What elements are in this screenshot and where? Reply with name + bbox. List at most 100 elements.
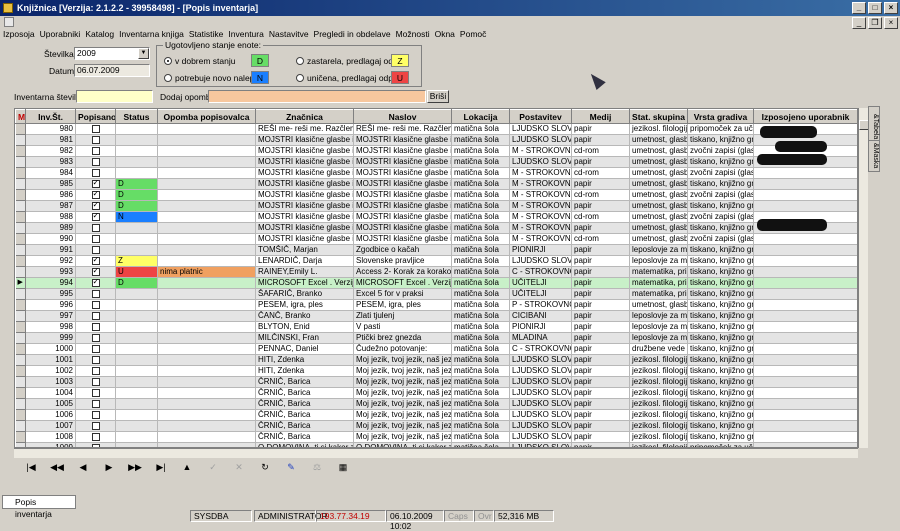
cell-zn[interactable]: MOJSTRI klasične glasbe in n... — [255, 222, 354, 234]
cell-lo[interactable]: matična šola — [451, 376, 510, 388]
cell-ss[interactable]: leposlovje za mla... — [629, 310, 688, 322]
cell-zn[interactable]: PENNAC, Daniel — [255, 343, 354, 355]
cell-vg[interactable]: zvočni zapisi (glasb — [687, 211, 754, 223]
popisano-checkbox-cell[interactable] — [75, 222, 116, 234]
cell-ss[interactable]: umetnost, glasba,... — [629, 299, 688, 311]
cell-me[interactable]: papir — [571, 222, 630, 234]
cell-me[interactable]: papir — [571, 200, 630, 212]
cell-st[interactable] — [115, 409, 158, 421]
table-row[interactable]: 1008 ČRNIČ, Barica Moj jezik, tvoj jezik, … — [15, 431, 857, 443]
cell-na[interactable]: Excel 5 for v praksi — [353, 288, 452, 300]
cell-lo[interactable]: matična šola — [451, 277, 510, 289]
cell-na[interactable]: Access 2- Korak za korakom — [353, 266, 452, 278]
cell-st[interactable] — [115, 420, 158, 432]
radio-new-label[interactable] — [164, 74, 172, 82]
cell-op[interactable] — [157, 222, 256, 234]
cell-zn[interactable]: ČRNIČ, Barica — [255, 376, 354, 388]
popisano-checkbox-cell[interactable] — [75, 145, 116, 157]
cell-zn[interactable]: LENARDIČ, Darja — [255, 255, 354, 267]
table-row[interactable]: 983 MOJSTRI klasične glasbe in n...MOJSTR… — [15, 156, 857, 168]
row-indicator[interactable] — [15, 376, 26, 388]
cell-op[interactable] — [157, 145, 256, 157]
cell-st[interactable] — [115, 431, 158, 443]
cell-me[interactable]: papir — [571, 310, 630, 322]
column-header[interactable]: Medij — [571, 109, 630, 124]
cell-zn[interactable]: MOJSTRI klasične glasbe in n... — [255, 178, 354, 190]
cell-po[interactable]: LJUDSKO SLOV... — [509, 354, 572, 366]
cell-na[interactable]: MOJSTRI klasične glasbe in n... — [353, 211, 452, 223]
cell-vg[interactable]: tiskano, knjižno gr — [687, 222, 754, 234]
column-header[interactable]: Status — [115, 109, 158, 124]
next-record-icon[interactable]: ▶ — [96, 462, 122, 476]
cell-lo[interactable]: matična šola — [451, 431, 510, 443]
popisano-checkbox-cell[interactable] — [75, 134, 116, 146]
cell-po[interactable]: LJUDSKO SLOV... — [509, 156, 572, 168]
cell-po[interactable]: LJUDSKO SLOV... — [509, 365, 572, 377]
column-header[interactable]: Značnica — [255, 109, 354, 124]
cell-po[interactable]: PIONIRJI — [509, 244, 572, 256]
cell-lo[interactable]: matična šola — [451, 365, 510, 377]
cell-ss[interactable]: matematika, prir... — [629, 266, 688, 278]
cell-inv[interactable]: 998 — [25, 321, 76, 333]
popisano-checkbox[interactable] — [91, 146, 100, 155]
cell-vg[interactable]: tiskano, knjižno gr — [687, 420, 754, 432]
cell-na[interactable]: MOJSTRI klasične glasbe in n... — [353, 189, 452, 201]
popisano-checkbox-cell[interactable] — [75, 299, 116, 311]
cell-inv[interactable]: 984 — [25, 167, 76, 179]
cell-st[interactable] — [115, 398, 158, 410]
prior-page-icon[interactable]: ◀◀ — [44, 462, 70, 476]
cell-zn[interactable]: ŠAFARIČ, Branko — [255, 288, 354, 300]
cell-ss[interactable]: umetnost, glasba,... — [629, 134, 688, 146]
cell-po[interactable]: C - STROKOVNO — [509, 343, 572, 355]
cell-lo[interactable]: matična šola — [451, 222, 510, 234]
cell-vg[interactable]: tiskano, knjižno gr — [687, 299, 754, 311]
cell-inv[interactable]: 999 — [25, 332, 76, 344]
toolbar-icon[interactable] — [4, 17, 14, 27]
cell-me[interactable]: papir — [571, 134, 630, 146]
popisano-checkbox[interactable] — [91, 344, 100, 353]
cell-zn[interactable]: MOJSTRI klasične glasbe in n... — [255, 200, 354, 212]
cell-ss[interactable]: družbene vede — [629, 343, 688, 355]
popisano-checkbox-cell[interactable] — [75, 409, 116, 421]
cell-ss[interactable]: umetnost, glasba,... — [629, 200, 688, 212]
cell-iz[interactable] — [753, 321, 857, 333]
cell-na[interactable]: PESEM, igra, ples — [353, 299, 452, 311]
row-indicator[interactable] — [15, 134, 26, 146]
row-indicator[interactable] — [15, 288, 26, 300]
menu-item-2[interactable]: Katalog — [85, 29, 114, 41]
popisano-checkbox[interactable] — [91, 256, 100, 265]
chevron-down-icon[interactable]: ▼ — [138, 48, 149, 59]
cell-vg[interactable]: zvočni zapisi (glasb — [687, 189, 754, 201]
cell-me[interactable]: papir — [571, 387, 630, 399]
cell-st[interactable] — [115, 167, 158, 179]
table-row[interactable]: 990 MOJSTRI klasične glasbe in n...MOJSTR… — [15, 233, 857, 245]
cell-lo[interactable]: matična šola — [451, 200, 510, 212]
cell-na[interactable]: Moj jezik, tvoj jezik, naš jezik - — [353, 420, 452, 432]
cell-op[interactable] — [157, 398, 256, 410]
cell-st[interactable] — [115, 123, 158, 135]
cell-st[interactable] — [115, 288, 158, 300]
refresh-icon[interactable]: ↻ — [252, 462, 278, 476]
cell-lo[interactable]: matična šola — [451, 211, 510, 223]
popisano-checkbox[interactable] — [91, 432, 100, 441]
popisano-checkbox[interactable] — [91, 168, 100, 177]
menu-item-7[interactable]: Pregledi in obdelave — [314, 29, 391, 41]
cell-ss[interactable]: jezikosl. filologija — [629, 420, 688, 432]
cell-na[interactable]: Moj jezik, tvoj jezik, naš jezik - — [353, 431, 452, 443]
cell-me[interactable]: papir — [571, 409, 630, 421]
table-row[interactable]: 1001 HITI, Zdenka Moj jezik, tvoj jezik, n… — [15, 354, 857, 366]
cell-po[interactable]: UČITELJI — [509, 288, 572, 300]
cell-iz[interactable] — [753, 409, 857, 421]
popisano-checkbox[interactable] — [91, 388, 100, 397]
cell-vg[interactable]: tiskano, knjižno gr — [687, 266, 754, 278]
cell-inv[interactable]: 997 — [25, 310, 76, 322]
cell-inv[interactable]: 982 — [25, 145, 76, 157]
cell-inv[interactable]: 981 — [25, 134, 76, 146]
cell-iz[interactable] — [753, 354, 857, 366]
cell-po[interactable]: M - STROKOVNO — [509, 178, 572, 190]
row-indicator[interactable] — [15, 343, 26, 355]
table-row[interactable]: ▶994 D MICROSOFT Excel . Verzija 5...MICRO… — [15, 277, 857, 289]
cell-lo[interactable]: matična šola — [451, 299, 510, 311]
inv-number-input[interactable] — [76, 90, 153, 103]
cell-zn[interactable]: ČANČ, Branko — [255, 310, 354, 322]
